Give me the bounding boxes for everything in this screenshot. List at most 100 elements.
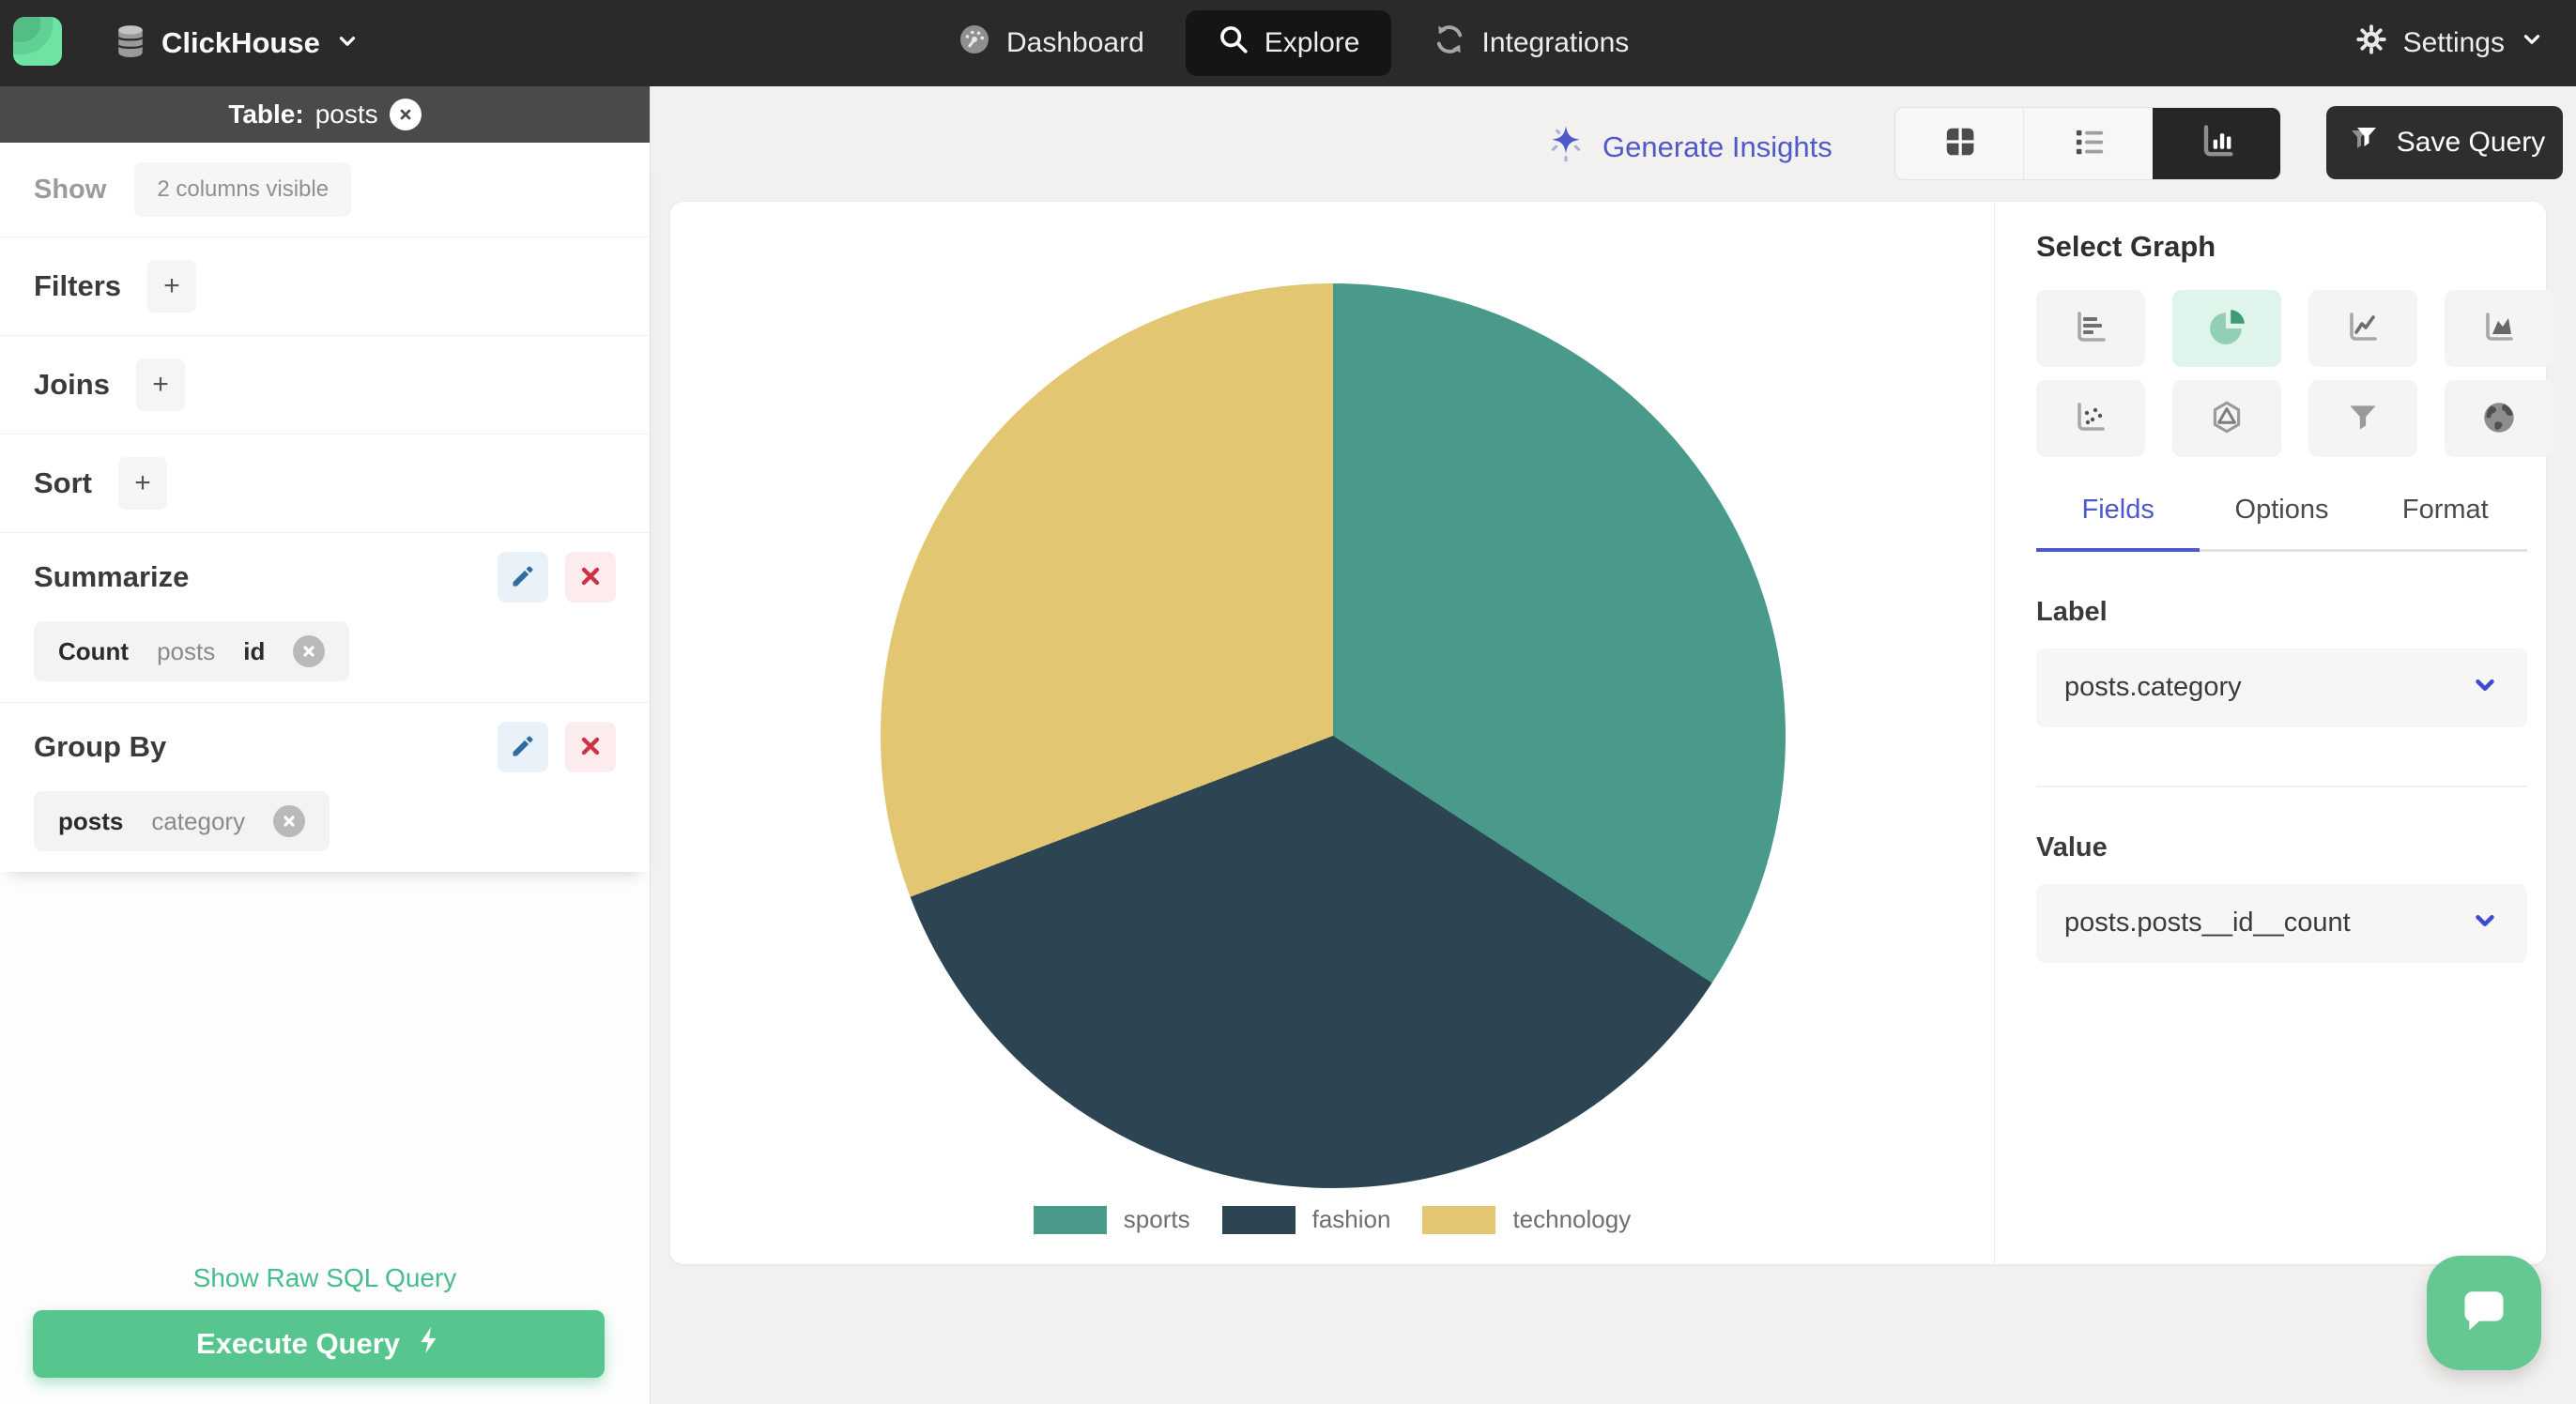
- chip-table-name: posts: [157, 636, 216, 665]
- chat-icon: [2457, 1287, 2511, 1340]
- chevron-down-icon: [2520, 27, 2544, 59]
- nav-item-explore[interactable]: Explore: [1185, 10, 1392, 76]
- nav-item-label: Dashboard: [1006, 27, 1144, 58]
- legend-label: sports: [1123, 1205, 1190, 1233]
- label-field-select[interactable]: posts.category: [2036, 648, 2527, 727]
- table-name: posts: [314, 99, 378, 129]
- nav-item-integrations[interactable]: Integrations: [1433, 23, 1629, 64]
- lightning-icon: [417, 1325, 441, 1363]
- panel-tabs: Fields Options Format: [2036, 495, 2527, 552]
- select-graph-title: Select Graph: [2036, 230, 2216, 263]
- app-root: ClickHouse Dashboard Explore Integration…: [0, 0, 2576, 1404]
- generate-insights-button[interactable]: Generate Insights: [1544, 122, 1832, 173]
- chart-view-button[interactable]: [2152, 108, 2280, 179]
- database-icon: [115, 23, 146, 64]
- add-filter-button[interactable]: +: [147, 260, 197, 313]
- list-view-button[interactable]: [2023, 108, 2152, 179]
- edit-summarize-button[interactable]: [498, 552, 548, 603]
- chevron-down-icon: [2471, 907, 2499, 939]
- sort-section: Sort +: [0, 435, 650, 532]
- close-icon: [579, 565, 602, 590]
- close-icon: [579, 735, 602, 760]
- chart-legend: sports fashion technology: [670, 1205, 1994, 1234]
- gauge-icon: [958, 23, 991, 64]
- graph-type-line-button[interactable]: [2308, 290, 2417, 367]
- legend-item-technology[interactable]: technology: [1422, 1205, 1631, 1234]
- show-label: Show: [34, 174, 107, 205]
- legend-label: technology: [1512, 1205, 1632, 1233]
- table-view-button[interactable]: [1895, 108, 2023, 179]
- legend-item-sports[interactable]: sports: [1033, 1205, 1190, 1234]
- aggregate-name: Count: [58, 636, 130, 665]
- group-by-chip: posts category: [34, 791, 330, 851]
- add-sort-button[interactable]: +: [118, 457, 167, 510]
- graph-settings-panel: Select Graph Fields Options Format Label…: [1994, 202, 2553, 1264]
- summarize-section: Summarize Count posts id: [0, 533, 650, 702]
- label-field-value: posts.category: [2064, 672, 2242, 702]
- graph-type-funnel-button[interactable]: [2308, 380, 2417, 457]
- sparkle-icon: [1544, 122, 1587, 173]
- sort-label: Sort: [34, 466, 92, 499]
- columns-visible-chip[interactable]: 2 columns visible: [134, 162, 352, 217]
- add-join-button[interactable]: +: [135, 359, 185, 411]
- graph-type-area-button[interactable]: [2445, 290, 2553, 367]
- nav-item-label: Explore: [1264, 27, 1360, 58]
- value-field-select[interactable]: posts.posts__id__count: [2036, 883, 2527, 963]
- legend-swatch: [1422, 1205, 1496, 1234]
- radar-chart-icon: [2207, 398, 2246, 440]
- remove-group-by-chip-button[interactable]: [273, 805, 306, 837]
- joins-label: Joins: [34, 368, 110, 401]
- execute-query-button[interactable]: Execute Query: [33, 1310, 605, 1378]
- nav-item-dashboard[interactable]: Dashboard: [958, 23, 1144, 64]
- app-logo[interactable]: [13, 17, 62, 66]
- chevron-down-icon: [335, 29, 360, 58]
- remove-table-button[interactable]: [389, 99, 422, 130]
- top-navbar: ClickHouse Dashboard Explore Integration…: [0, 0, 2576, 86]
- value-field-heading: Value: [2036, 832, 2108, 862]
- edit-group-by-button[interactable]: [498, 722, 548, 772]
- list-view-icon: [2067, 121, 2108, 167]
- group-by-label: Group By: [34, 730, 167, 763]
- gear-icon: [2354, 23, 2388, 64]
- tab-options[interactable]: Options: [2200, 495, 2363, 549]
- chip-column-name: id: [243, 636, 266, 665]
- label-field-heading: Label: [2036, 596, 2108, 627]
- chat-widget-button[interactable]: [2427, 1256, 2541, 1370]
- filters-section: Filters +: [0, 237, 650, 335]
- chart-view-icon: [2196, 121, 2237, 167]
- graph-type-pie-button[interactable]: [2172, 290, 2281, 367]
- pie-chart[interactable]: [881, 283, 1786, 1188]
- chip-table-name: posts: [58, 806, 124, 835]
- results-card: sports fashion technology Select Graph F…: [670, 202, 2553, 1264]
- query-sections: Show 2 columns visible Filters + Joins +…: [0, 143, 650, 872]
- delete-summarize-button[interactable]: [565, 552, 616, 603]
- show-raw-sql-link[interactable]: Show Raw SQL Query: [0, 1263, 650, 1293]
- chip-column-name: category: [151, 806, 246, 835]
- filters-label: Filters: [34, 269, 122, 302]
- nav-menu: Dashboard Explore Integrations: [958, 0, 1629, 86]
- remove-summarize-chip-button[interactable]: [293, 635, 326, 667]
- database-name: ClickHouse: [161, 26, 320, 59]
- graph-type-grid: [2036, 290, 2553, 457]
- graph-type-map-button[interactable]: [2445, 380, 2553, 457]
- graph-type-scatter-button[interactable]: [2036, 380, 2145, 457]
- tab-fields[interactable]: Fields: [2036, 495, 2200, 552]
- pencil-icon: [510, 733, 536, 762]
- chart-area: sports fashion technology: [670, 202, 1994, 1264]
- delete-group-by-button[interactable]: [565, 722, 616, 772]
- save-query-button[interactable]: Save Query: [2326, 106, 2563, 179]
- graph-type-bar-button[interactable]: [2036, 290, 2145, 367]
- generate-insights-label: Generate Insights: [1602, 130, 1832, 163]
- table-header: Table: posts: [0, 86, 650, 143]
- search-icon: [1218, 23, 1250, 63]
- database-switcher[interactable]: ClickHouse: [115, 0, 360, 86]
- tab-format[interactable]: Format: [2364, 495, 2527, 549]
- legend-item-fashion[interactable]: fashion: [1221, 1205, 1390, 1234]
- joins-section: Joins +: [0, 336, 650, 434]
- summarize-chip: Count posts id: [34, 621, 350, 681]
- funnel-chart-icon: [2343, 398, 2383, 440]
- graph-type-radar-button[interactable]: [2172, 380, 2281, 457]
- chevron-down-icon: [2471, 671, 2499, 704]
- settings-menu[interactable]: Settings: [2354, 0, 2544, 86]
- summarize-label: Summarize: [34, 560, 190, 593]
